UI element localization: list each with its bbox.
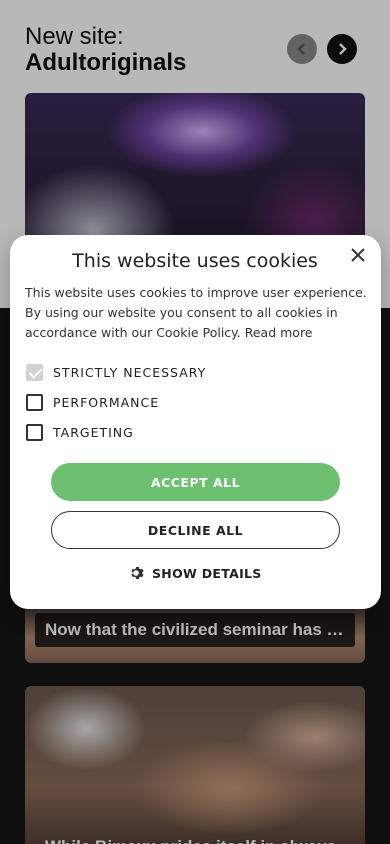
decline-all-button[interactable]: DECLINE ALL [51, 511, 340, 549]
close-icon [351, 248, 365, 262]
performance-checkbox[interactable] [26, 394, 43, 411]
option-targeting[interactable]: TARGETING [26, 424, 134, 441]
cookie-dialog-title: This website uses cookies [72, 250, 318, 272]
read-more-link[interactable]: Read more [245, 325, 313, 340]
option-strictly-necessary[interactable]: STRICTLY NECESSARY [26, 364, 206, 381]
gear-icon [131, 567, 144, 579]
close-button[interactable] [348, 245, 368, 265]
strictly-necessary-checkbox[interactable] [26, 364, 43, 381]
option-label: STRICTLY NECESSARY [53, 365, 207, 380]
targeting-checkbox[interactable] [26, 424, 43, 441]
option-label: PERFORMANCE [53, 395, 160, 410]
option-performance[interactable]: PERFORMANCE [26, 394, 159, 411]
show-details-button[interactable]: SHOW DETAILS [128, 565, 262, 581]
option-label: TARGETING [53, 425, 134, 440]
show-details-label: SHOW DETAILS [152, 565, 262, 581]
cookie-description-text: This website uses cookies to improve use… [25, 285, 367, 340]
accept-all-button[interactable]: ACCEPT ALL [51, 463, 340, 501]
cookie-description: This website uses cookies to improve use… [25, 283, 367, 343]
